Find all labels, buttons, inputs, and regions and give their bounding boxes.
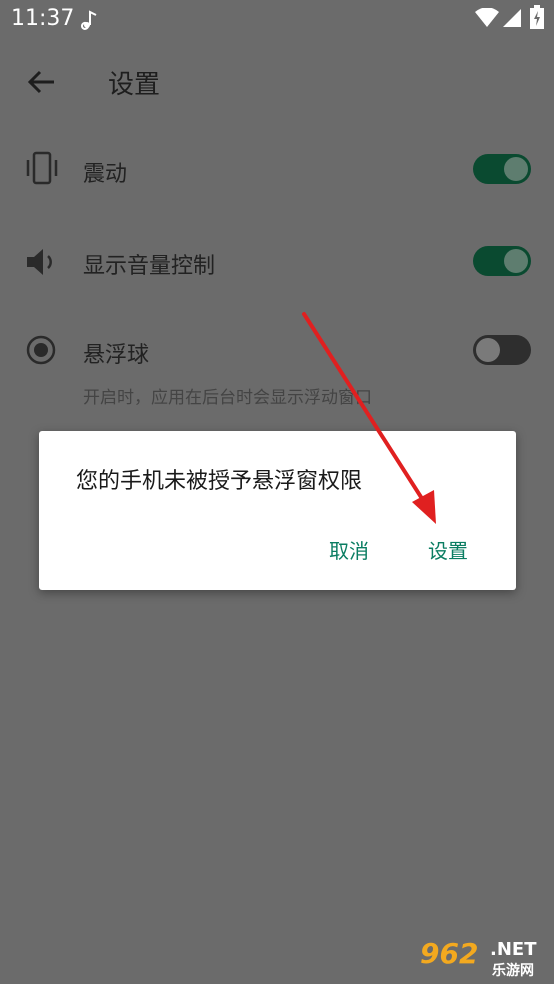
setting-label-vibrate: 震动 xyxy=(83,162,128,187)
wifi-icon xyxy=(475,8,499,27)
cancel-button[interactable]: 取消 xyxy=(329,535,369,564)
setting-label-float-ball: 悬浮球 xyxy=(83,343,150,368)
setting-description-float-ball: 开启时，应用在后台时会显示浮动窗口 xyxy=(83,388,372,408)
app-toolbar: 设置 xyxy=(0,50,554,114)
status-bar: 11:37 xyxy=(0,0,554,36)
watermark-logo: 962 .NET 乐游网 xyxy=(414,933,550,981)
music-note-icon xyxy=(81,10,97,30)
toggle-knob xyxy=(504,157,528,181)
volume-toggle[interactable] xyxy=(473,246,531,276)
settings-button[interactable]: 设置 xyxy=(428,535,468,564)
watermark-text: 乐游网 xyxy=(492,963,534,979)
page-title: 设置 xyxy=(108,70,161,100)
dialog-message: 您的手机未被授予悬浮窗权限 xyxy=(76,469,363,494)
watermark-number: 962 xyxy=(420,937,479,970)
permission-dialog: 您的手机未被授予悬浮窗权限 取消 设置 xyxy=(39,431,516,590)
vibrate-toggle[interactable] xyxy=(473,154,531,184)
phone-vibrate-icon xyxy=(26,151,58,185)
watermark-domain: .NET xyxy=(490,939,537,960)
setting-row-vibrate[interactable]: 震动 xyxy=(0,142,554,198)
setting-row-float-ball[interactable]: 悬浮球 开启时，应用在后台时会显示浮动窗口 xyxy=(0,326,554,412)
radio-button-icon xyxy=(26,335,56,365)
speaker-icon xyxy=(27,249,52,275)
setting-label-volume: 显示音量控制 xyxy=(83,254,216,279)
signal-icon xyxy=(503,9,521,27)
toggle-knob xyxy=(476,338,500,362)
float-ball-toggle[interactable] xyxy=(473,335,531,365)
toggle-knob xyxy=(504,249,528,273)
setting-row-volume[interactable]: 显示音量控制 xyxy=(0,234,554,290)
status-time: 11:37 xyxy=(11,6,75,31)
arrow-back-icon[interactable] xyxy=(26,66,58,98)
battery-charging-icon xyxy=(530,5,544,29)
